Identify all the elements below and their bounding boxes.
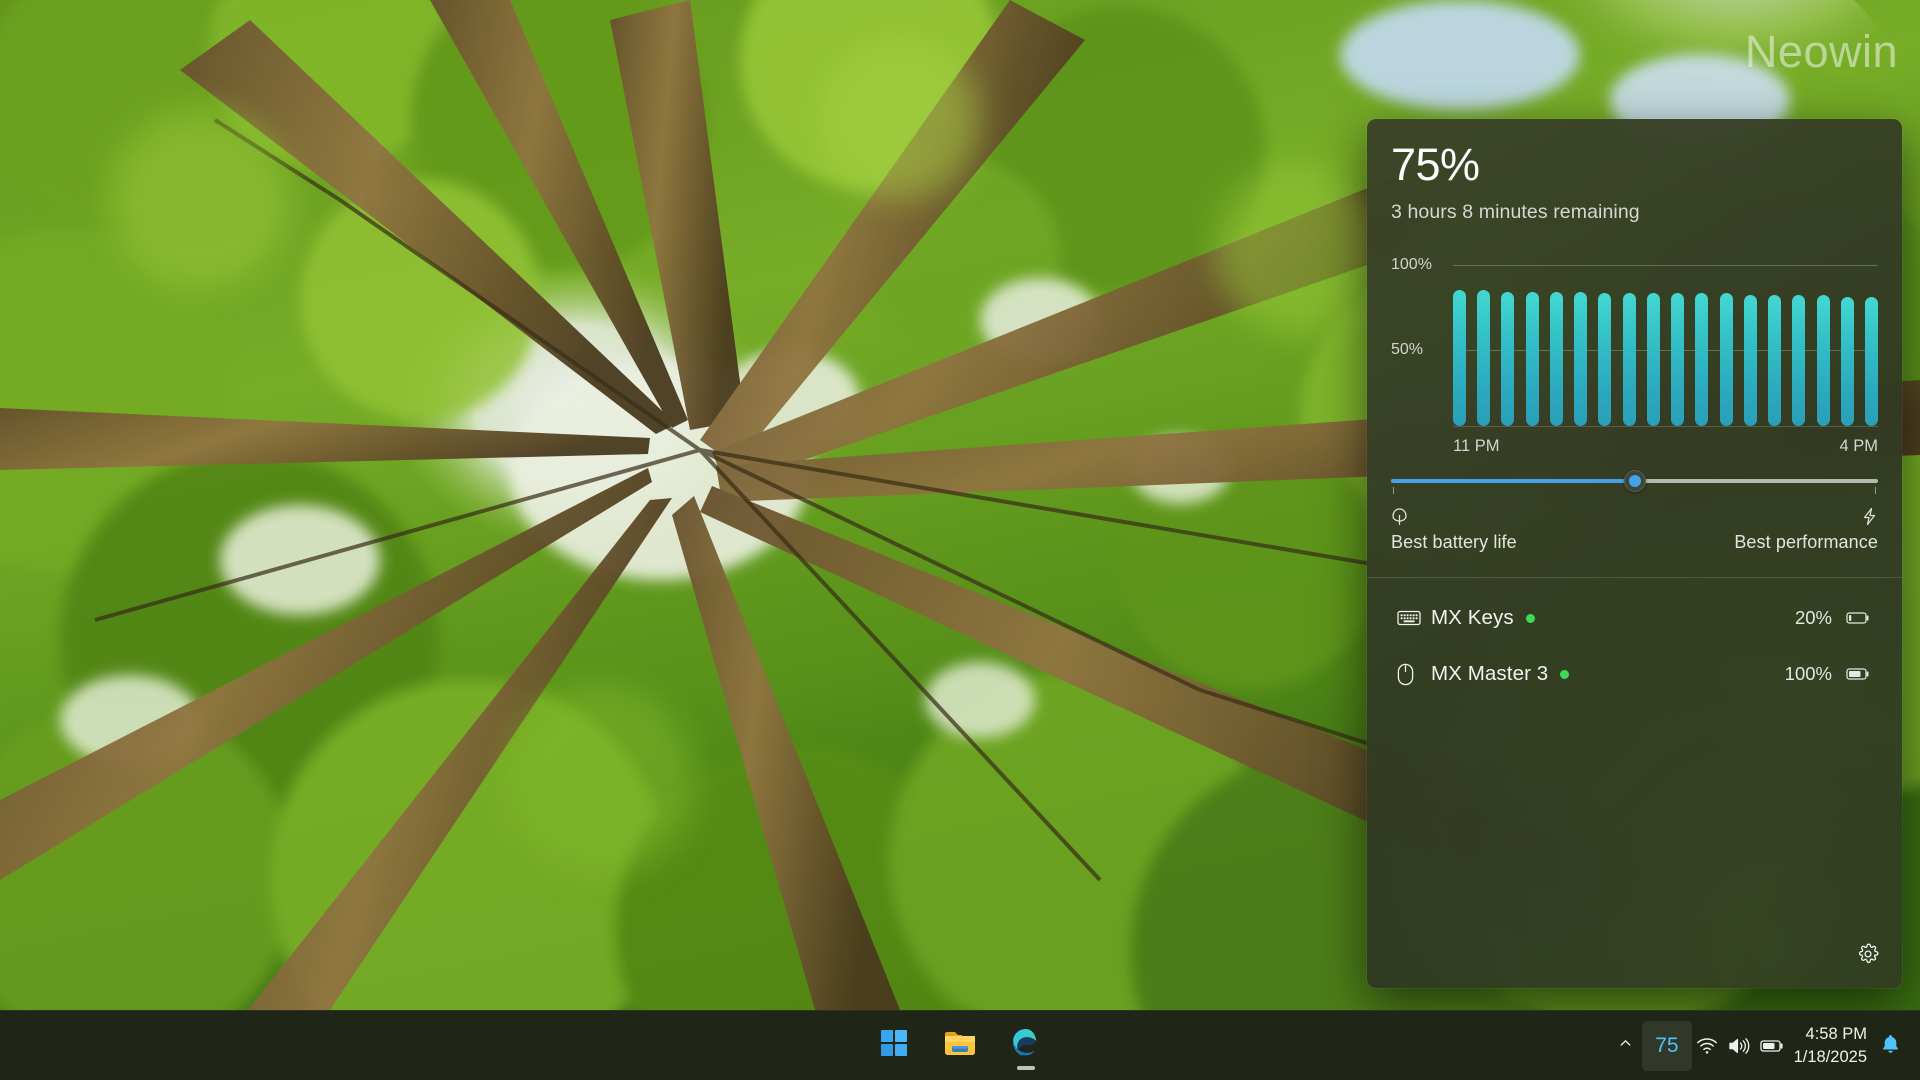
chart-bar [1719,293,1733,426]
device-row[interactable]: MX Master 3 100% [1391,646,1878,702]
gridline-label-100: 100% [1391,256,1432,273]
chart-bar [1525,291,1539,426]
device-battery-icon [1846,610,1870,626]
slider-fill [1391,479,1635,483]
lightning-bolt-icon [1861,505,1878,527]
battery-time-remaining: 3 hours 8 minutes remaining [1391,201,1640,223]
battery-settings-button[interactable] [1847,935,1889,977]
slider-tick-min [1393,487,1394,494]
microsoft-edge-button[interactable] [1001,1021,1051,1071]
device-battery-percent: 20% [1794,607,1832,628]
battery-percent-badge[interactable]: 75 [1642,1021,1692,1071]
connected-devices-list: MX Keys 20% MX Master 3 100% [1391,578,1878,702]
device-status-dot [1525,613,1535,623]
edge-icon [1010,1027,1042,1064]
device-name: MX Master 3 [1431,662,1549,685]
chevron-up-icon [1618,1036,1633,1056]
battery-flyout-panel: 75% 3 hours 8 minutes remaining 100% 50% [1367,119,1902,988]
device-row[interactable]: MX Keys 20% [1391,590,1878,646]
chart-bar [1477,290,1491,426]
chart-bar [1622,293,1636,426]
device-status-dot [1560,669,1570,679]
power-mode-section: Best battery life Best performance [1391,470,1878,553]
notifications-button[interactable] [1877,1034,1908,1059]
chart-bar [1768,295,1782,426]
chart-bar [1501,291,1515,426]
start-button[interactable] [869,1021,919,1071]
power-mode-labels: Best battery life Best performance [1391,505,1878,553]
device-battery-percent: 100% [1784,663,1832,684]
battery-history-chart: 100% 50% 11 PM 4 PM [1391,256,1878,464]
keyboard-icon [1397,608,1431,628]
edge-running-indicator [1017,1065,1035,1070]
mouse-icon [1397,663,1431,686]
chart-bar [1840,296,1854,426]
slider-tick-max [1875,487,1876,494]
bell-icon [1881,1034,1900,1059]
system-tray: 75 4:58 PM 1/18/2025 [1609,1011,1920,1080]
chart-bar [1453,290,1466,426]
windows-logo-icon [881,1030,907,1061]
slider-thumb[interactable] [1623,470,1646,492]
gridline-baseline [1391,426,1878,427]
leaf-icon [1391,505,1517,527]
taskbar: 75 4:58 PM 1/18/2025 [0,1010,1920,1080]
speaker-icon [1728,1037,1750,1055]
chart-bar [1864,296,1878,426]
chart-bar [1549,291,1563,426]
tray-overflow-button[interactable] [1609,1021,1642,1071]
clock-date: 1/18/2025 [1793,1048,1867,1066]
best-performance-option[interactable]: Best performance [1734,505,1878,553]
gridline-label-50: 50% [1391,341,1424,358]
chart-bars-container [1453,256,1878,426]
chart-bar [1695,293,1709,426]
best-battery-life-option[interactable]: Best battery life [1391,505,1517,553]
chart-bar [1574,291,1588,426]
chart-bar [1671,293,1685,426]
gear-icon [1857,943,1879,970]
device-battery-icon [1846,666,1870,682]
chart-bar [1598,293,1612,426]
best-battery-life-label: Best battery life [1391,532,1517,552]
battery-percentage: 75% [1391,139,1480,190]
folder-icon [943,1028,977,1063]
chart-axis-start-label: 11 PM [1453,437,1500,455]
chart-time-axis: 11 PM 4 PM [1453,437,1878,456]
gridline-rule-baseline [1453,426,1878,427]
file-explorer-button[interactable] [935,1021,985,1071]
chart-bar [1792,295,1806,426]
best-performance-label: Best performance [1734,532,1878,552]
clock-time: 4:58 PM [1805,1025,1867,1044]
chart-axis-end-label: 4 PM [1839,437,1878,455]
chart-bar [1816,295,1830,426]
power-mode-slider[interactable] [1391,470,1878,494]
taskbar-clock[interactable]: 4:58 PM 1/18/2025 [1788,1023,1877,1069]
chart-bar [1646,293,1660,426]
battery-icon [1759,1038,1784,1054]
wifi-icon [1696,1037,1718,1055]
chart-bar [1743,295,1757,426]
taskbar-app-group [869,1021,1051,1071]
tray-status-icons[interactable] [1692,1021,1788,1071]
device-name: MX Keys [1431,606,1514,629]
